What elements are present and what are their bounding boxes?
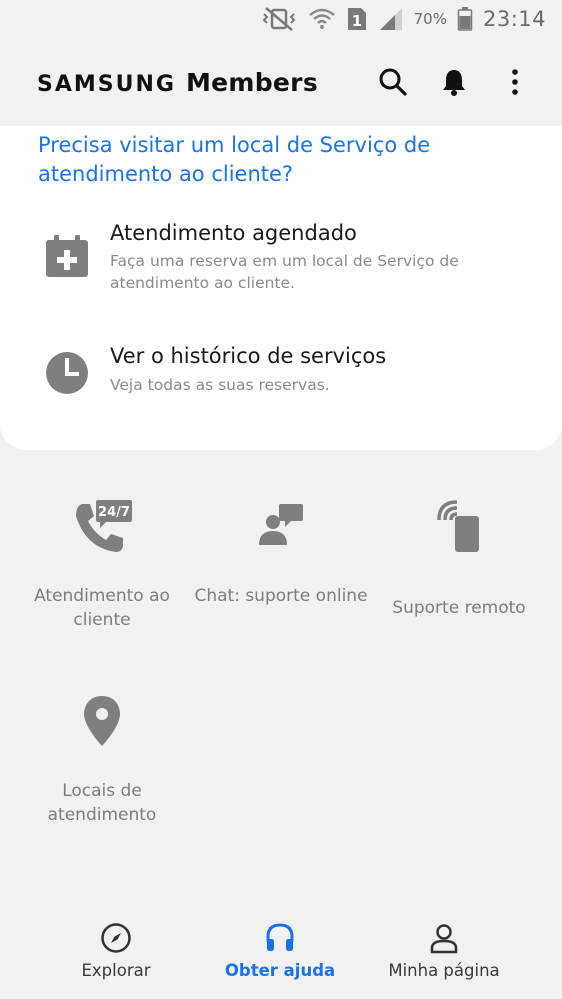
remote-support-icon xyxy=(437,500,479,552)
scheduled-service-description: Faça uma reserva em um local de Serviço … xyxy=(110,252,459,292)
remote-support-label: Suporte remoto xyxy=(392,598,526,618)
header-actions xyxy=(378,38,530,126)
nav-explore[interactable]: Explorar xyxy=(36,910,196,999)
location-pin-icon xyxy=(84,696,120,746)
nav-get-help-label: Obter ajuda xyxy=(224,961,336,980)
customer-service-label: Atendimento ao cliente xyxy=(34,586,170,630)
search-button[interactable] xyxy=(378,67,408,97)
nav-my-page[interactable]: Minha página xyxy=(364,910,524,999)
sim-number: 1 xyxy=(351,12,361,30)
service-locations-tile[interactable]: Locais de atendimento xyxy=(12,692,192,832)
compass-icon xyxy=(101,923,131,953)
status-bar: 1 70% 23:14 xyxy=(0,0,562,38)
search-icon xyxy=(379,68,407,96)
scheduled-service-item[interactable]: Atendimento agendado Faça uma reserva em… xyxy=(0,221,562,311)
clock: 23:14 xyxy=(482,7,546,31)
more-vert-icon xyxy=(512,69,518,95)
nav-explore-label: Explorar xyxy=(81,961,151,980)
sim-icon: 1 xyxy=(346,6,368,32)
service-history-item[interactable]: Ver o histórico de serviços Veja todas a… xyxy=(0,344,562,414)
vibrate-mute-icon xyxy=(260,6,298,32)
service-location-card: Precisa visitar um local de Serviço de a… xyxy=(0,126,562,450)
notifications-button[interactable] xyxy=(439,67,469,97)
service-history-title: Ver o histórico de serviços xyxy=(110,344,387,368)
clock-icon xyxy=(46,352,88,394)
calendar-add-icon xyxy=(46,235,88,277)
support-hours-badge: 24/7 xyxy=(98,505,130,520)
bell-icon xyxy=(443,70,465,96)
scheduled-service-title: Atendimento agendado xyxy=(110,221,357,245)
battery-icon xyxy=(457,6,473,32)
service-locations-label: Locais de atendimento xyxy=(47,781,157,825)
more-options-button[interactable] xyxy=(500,67,530,97)
brand-samsung: SAMSUNG xyxy=(37,71,176,97)
nav-get-help[interactable]: Obter ajuda xyxy=(200,910,360,999)
headset-icon xyxy=(266,923,294,951)
online-chat-label: Chat: suporte online xyxy=(194,586,368,606)
brand-members: Members xyxy=(185,67,318,97)
phone-24-7-icon: 24/7 xyxy=(76,500,132,552)
wifi-icon xyxy=(308,6,336,32)
remote-support-tile[interactable]: Suporte remoto xyxy=(369,498,549,638)
service-history-description: Veja todas as suas reservas. xyxy=(110,376,330,394)
app-title: SAMSUNG Members xyxy=(37,68,318,97)
signal-icon xyxy=(378,6,404,32)
chat-support-icon xyxy=(259,504,303,545)
bottom-navigation: Explorar Obter ajuda Minha página xyxy=(0,910,562,999)
card-title[interactable]: Precisa visitar um local de Serviço de a… xyxy=(38,131,518,189)
nav-my-page-label: Minha página xyxy=(388,961,500,980)
person-icon xyxy=(430,924,458,954)
app-header: SAMSUNG Members xyxy=(0,38,562,126)
customer-service-tile[interactable]: 24/7 Atendimento ao cliente xyxy=(12,498,192,638)
battery-percent: 70% xyxy=(413,10,447,28)
online-chat-tile[interactable]: Chat: suporte online xyxy=(191,498,371,638)
